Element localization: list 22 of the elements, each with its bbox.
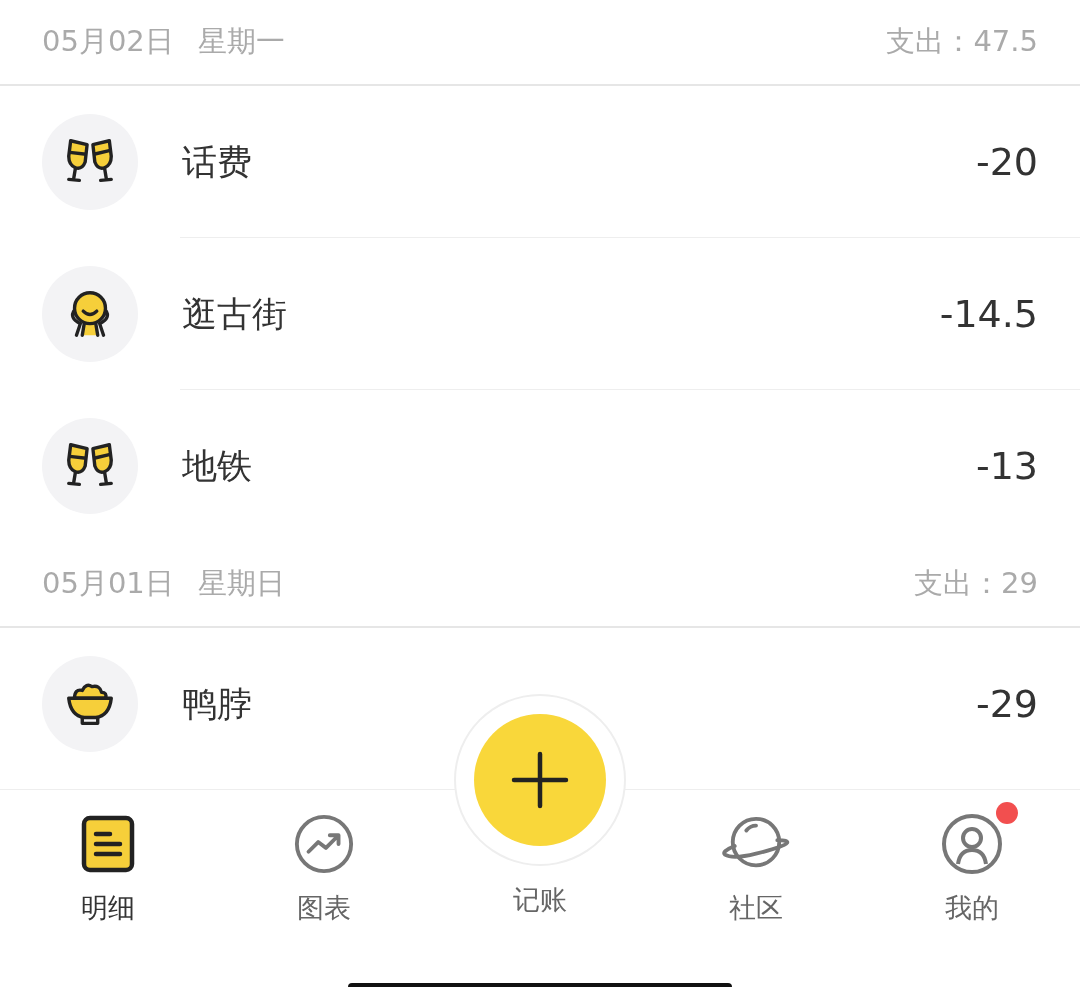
category-name: 鸭脖 (182, 682, 252, 726)
category-name: 逛古街 (182, 292, 287, 336)
category-name: 地铁 (182, 444, 252, 488)
tab[interactable]: 记账 (497, 882, 583, 932)
date-label: 05月01日 (42, 565, 174, 602)
day-total: 支出：29 (914, 565, 1038, 602)
tab[interactable]: 我的 (924, 800, 1020, 932)
weekday-label: 星期一 (197, 23, 285, 60)
trend-chart-icon (293, 813, 355, 875)
date-label: 05月02日 (42, 23, 174, 60)
plus-icon (510, 750, 570, 810)
category-name: 话费 (182, 140, 252, 184)
tab[interactable]: 社区 (703, 800, 809, 932)
amount: -20 (975, 140, 1038, 184)
amount: -14.5 (939, 292, 1038, 336)
tab[interactable]: 图表 (277, 800, 371, 932)
tab[interactable]: 明细 (62, 800, 154, 932)
amount: -13 (975, 444, 1038, 488)
weekday-label: 星期日 (197, 565, 285, 602)
day-total: 支出：47.5 (886, 23, 1038, 60)
user-icon (940, 812, 1004, 876)
amount: -29 (975, 682, 1038, 726)
